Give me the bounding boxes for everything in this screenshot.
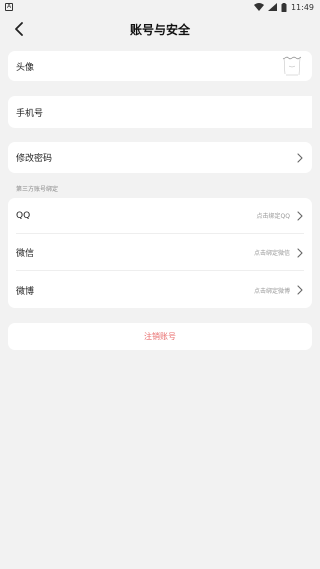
notification-icon: A bbox=[5, 3, 13, 11]
change-password-right bbox=[296, 152, 304, 163]
bind-weibo-row[interactable]: 微博 点击绑定微博 bbox=[16, 272, 304, 308]
change-password-row[interactable]: 修改密码 bbox=[8, 142, 312, 173]
wechat-hint: 点击绑定微信 bbox=[253, 250, 290, 257]
battery-icon bbox=[281, 2, 287, 12]
avatar-right bbox=[280, 54, 304, 78]
wechat-label: 微信 bbox=[16, 249, 35, 259]
chevron-right-icon bbox=[297, 152, 303, 163]
bind-qq-row[interactable]: QQ 点击绑定QQ bbox=[16, 198, 304, 234]
avatar-label: 头像 bbox=[16, 62, 35, 73]
wifi-icon bbox=[253, 3, 264, 11]
signal-icon bbox=[267, 3, 277, 11]
avatar[interactable] bbox=[280, 54, 304, 78]
back-arrow-icon bbox=[15, 22, 23, 36]
weibo-right: 点击绑定微博 bbox=[254, 285, 304, 295]
avatar-row[interactable]: 头像 bbox=[8, 51, 312, 81]
qq-right: 点击绑定QQ bbox=[256, 210, 304, 221]
delete-account-label: 注销账号 bbox=[144, 332, 176, 341]
chevron-right-icon bbox=[297, 210, 303, 221]
nav-bar: 账号与安全 bbox=[0, 14, 320, 44]
status-right: 11:49 bbox=[253, 2, 314, 12]
weibo-hint: 点击绑定微博 bbox=[253, 287, 290, 295]
avatar-card: 头像 bbox=[8, 51, 312, 81]
page-title: 账号与安全 bbox=[129, 22, 190, 37]
qq-label: QQ bbox=[16, 210, 31, 221]
qq-hint: 点击绑定QQ bbox=[256, 213, 290, 220]
third-party-section-label: 第三方账号绑定 bbox=[16, 186, 59, 193]
weibo-label: 微博 bbox=[16, 286, 35, 297]
chevron-right-icon bbox=[297, 247, 303, 258]
third-party-card: QQ 点击绑定QQ 微信 点击绑定微信 微博 点击绑定微博 bbox=[8, 198, 312, 308]
phone-value-mask bbox=[222, 96, 312, 128]
bind-wechat-row[interactable]: 微信 点击绑定微信 bbox=[16, 235, 304, 271]
wechat-right: 点击绑定微信 bbox=[253, 247, 304, 258]
delete-account-button[interactable]: 注销账号 bbox=[8, 323, 312, 350]
phone-label: 手机号 bbox=[16, 108, 44, 119]
chevron-right-icon bbox=[297, 285, 303, 295]
change-password-label: 修改密码 bbox=[16, 154, 53, 164]
delete-account-card: 注销账号 bbox=[8, 323, 312, 350]
status-left: A bbox=[5, 3, 13, 11]
phone-card: 手机号 bbox=[8, 96, 312, 128]
status-time: 11:49 bbox=[290, 2, 314, 12]
status-bar: A 11:49 bbox=[0, 0, 320, 14]
password-card: 修改密码 bbox=[8, 142, 312, 173]
back-button[interactable] bbox=[8, 18, 30, 40]
